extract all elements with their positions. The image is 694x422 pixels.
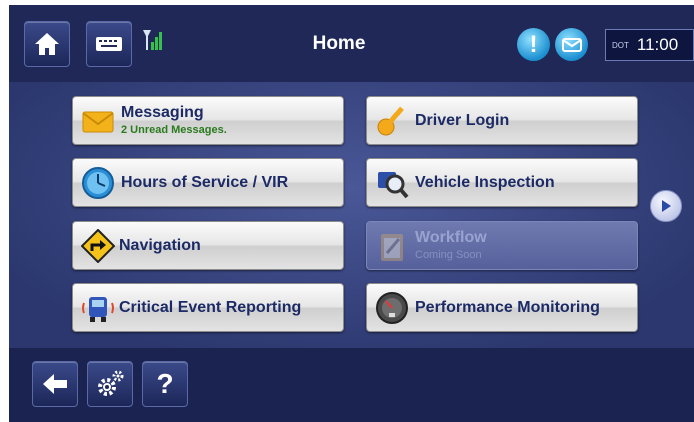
signal-icon xyxy=(143,30,162,50)
envelope-icon xyxy=(82,111,114,133)
arrow-left-icon xyxy=(43,374,67,394)
dot-label: DOT xyxy=(612,40,629,50)
workflow-tile: Workflow Coming Soon xyxy=(366,221,638,270)
screen: Home ! DOT 11:00 Messaging 2 Unread Mess… xyxy=(9,5,694,422)
page-title: Home xyxy=(312,33,366,54)
messaging-label: Messaging xyxy=(121,104,204,121)
driver-login-tile[interactable]: Driver Login xyxy=(366,96,638,145)
performance-monitoring-tile[interactable]: Performance Monitoring xyxy=(366,283,638,332)
gauge-icon xyxy=(376,292,408,324)
critical-event-reporting-tile[interactable]: Critical Event Reporting xyxy=(72,283,344,332)
keyboard-button[interactable] xyxy=(86,21,132,67)
driver-login-label: Driver Login xyxy=(415,112,510,129)
unread-count: 2 Unread Messages. xyxy=(121,124,227,136)
messaging-tile[interactable]: Messaging 2 Unread Messages. xyxy=(72,96,344,145)
vehicle-inspection-label: Vehicle Inspection xyxy=(415,174,555,191)
clipboard-icon xyxy=(381,234,403,261)
alert-button[interactable]: ! xyxy=(517,28,550,61)
home-button[interactable] xyxy=(24,21,70,67)
navigation-tile[interactable]: Navigation xyxy=(72,221,344,270)
envelope-icon xyxy=(561,37,582,52)
help-label: ? xyxy=(156,368,174,399)
vehicle-inspection-tile[interactable]: Vehicle Inspection xyxy=(366,158,638,207)
clock-icon xyxy=(82,167,114,199)
chevron-right-icon xyxy=(662,200,671,212)
top-bar: Home ! DOT 11:00 xyxy=(9,5,694,82)
navigation-label: Navigation xyxy=(119,237,201,254)
performance-monitoring-label: Performance Monitoring xyxy=(415,299,600,316)
key-icon xyxy=(377,106,404,136)
magnifier-truck-icon xyxy=(378,172,409,199)
gears-icon xyxy=(98,370,124,396)
home-icon xyxy=(35,33,59,55)
clock-display[interactable]: DOT 11:00 xyxy=(605,29,694,61)
next-page-button[interactable] xyxy=(650,190,682,222)
exclamation-icon: ! xyxy=(529,30,538,58)
workflow-status: Coming Soon xyxy=(415,249,482,261)
settings-button[interactable] xyxy=(87,361,133,407)
turn-sign-icon xyxy=(81,229,115,263)
clock-time: 11:00 xyxy=(636,35,679,54)
workflow-label: Workflow xyxy=(415,229,487,246)
hours-of-service-label: Hours of Service / VIR xyxy=(121,174,289,191)
critical-event-reporting-label: Critical Event Reporting xyxy=(119,299,302,316)
back-button[interactable] xyxy=(32,361,78,407)
keyboard-icon xyxy=(96,37,122,51)
help-button[interactable]: ? xyxy=(142,361,188,407)
mail-button[interactable] xyxy=(555,28,588,61)
hours-of-service-tile[interactable]: Hours of Service / VIR xyxy=(72,158,344,207)
bottom-bar: ? xyxy=(9,348,694,422)
truck-alert-icon xyxy=(82,297,114,322)
